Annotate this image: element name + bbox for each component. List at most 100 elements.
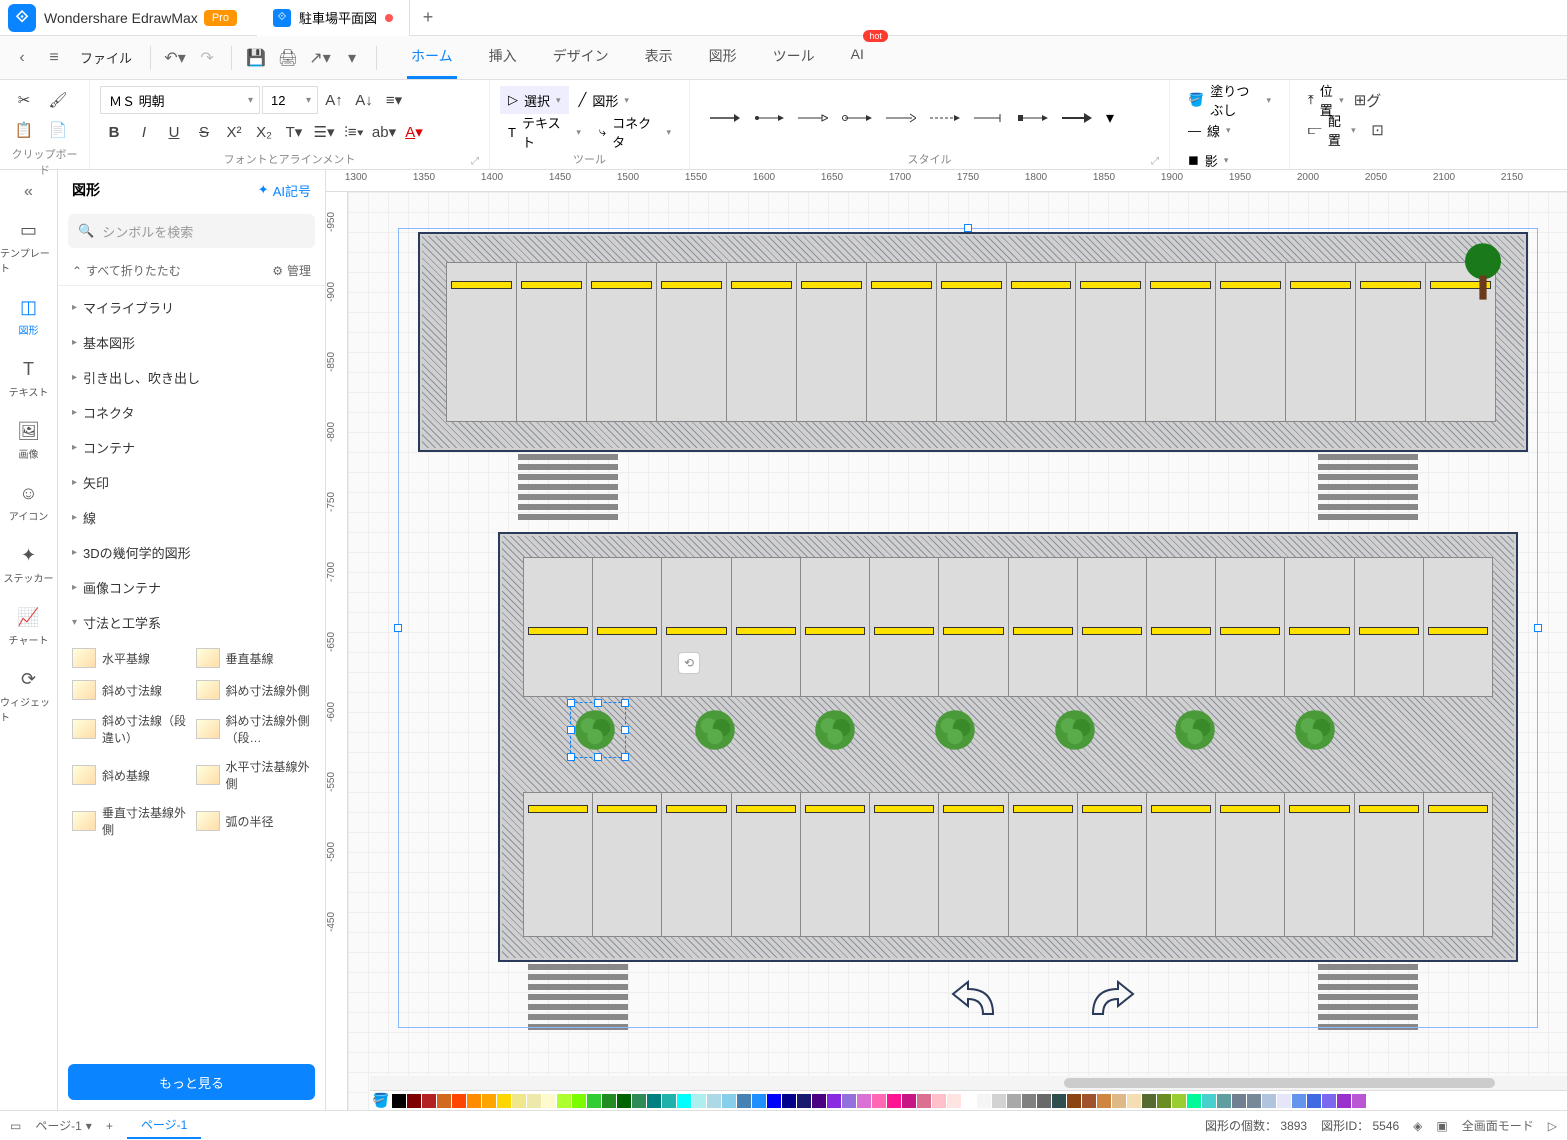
underline-button[interactable]: U [160, 118, 188, 146]
color-swatch[interactable] [812, 1094, 826, 1108]
position-button[interactable]: ⤒ 位置▾ [1300, 86, 1352, 114]
color-swatch[interactable] [782, 1094, 796, 1108]
dim-item[interactable]: 斜め寸法線 [72, 676, 188, 704]
select-tool[interactable]: ▷ 選択▾ [500, 86, 569, 114]
cat-callout[interactable]: 引き出し、吹き出し [58, 360, 325, 395]
font-increase-button[interactable]: A↑ [320, 86, 348, 114]
redo-button[interactable]: ↷ [193, 44, 221, 72]
color-swatch[interactable] [752, 1094, 766, 1108]
size-select[interactable]: 12 [262, 86, 318, 114]
tree-shrub[interactable] [813, 708, 857, 752]
color-swatch[interactable] [962, 1094, 976, 1108]
add-page-button[interactable]: + [106, 1119, 113, 1133]
dim-item[interactable]: 垂直寸法基線外側 [72, 800, 188, 842]
color-swatch[interactable] [1067, 1094, 1081, 1108]
back-button[interactable]: ‹ [8, 44, 36, 72]
font-color-button[interactable]: A▾ [400, 118, 428, 146]
color-swatch[interactable] [602, 1094, 616, 1108]
shape-tool[interactable]: ╱ 図形▾ [571, 86, 637, 114]
canvas[interactable]: ⟲ 🪣 [348, 192, 1567, 1110]
color-swatch[interactable] [437, 1094, 451, 1108]
dim-item[interactable]: 斜め寸法線外側（段… [196, 708, 312, 750]
text-dir-button[interactable]: ab▾ [370, 118, 398, 146]
color-swatch[interactable] [1007, 1094, 1021, 1108]
color-swatch[interactable] [1112, 1094, 1126, 1108]
color-swatch[interactable] [1097, 1094, 1111, 1108]
tree-shrub[interactable] [1293, 708, 1337, 752]
color-swatch[interactable] [1082, 1094, 1096, 1108]
color-swatch[interactable] [1292, 1094, 1306, 1108]
sidebar-text[interactable]: Tテキスト [0, 349, 57, 407]
sidebar-sticker[interactable]: ✦ステッカー [0, 535, 57, 593]
arrow-style-8[interactable] [1018, 112, 1048, 124]
color-swatch[interactable] [482, 1094, 496, 1108]
dim-item[interactable]: 斜め寸法線外側 [196, 676, 312, 704]
turn-arrow-right[interactable] [1078, 974, 1138, 1024]
arrow-more[interactable]: ▾ [1106, 108, 1114, 128]
color-swatch[interactable] [542, 1094, 556, 1108]
color-swatch[interactable] [467, 1094, 481, 1108]
color-swatch[interactable] [632, 1094, 646, 1108]
print-button[interactable]: 🖨 [274, 44, 302, 72]
ruler-horizontal[interactable]: 1300135014001450150015501600165017001750… [326, 170, 1567, 192]
cat-line[interactable]: 線 [58, 500, 325, 535]
cat-3d[interactable]: 3Dの幾何学的図形 [58, 535, 325, 570]
parking-row[interactable] [523, 557, 1493, 697]
expand-icon[interactable]: ⤢ [471, 156, 479, 167]
strike-button[interactable]: S [190, 118, 218, 146]
arrow-style-1[interactable] [710, 112, 740, 124]
color-swatch[interactable] [842, 1094, 856, 1108]
color-swatch[interactable] [392, 1094, 406, 1108]
arrow-style-5[interactable] [886, 112, 916, 124]
color-swatch[interactable] [1202, 1094, 1216, 1108]
color-swatch[interactable] [722, 1094, 736, 1108]
cat-connector[interactable]: コネクタ [58, 395, 325, 430]
fold-all-button[interactable]: ⌃ すべて折りたたむ [72, 262, 181, 279]
color-swatch[interactable] [707, 1094, 721, 1108]
color-swatch[interactable] [932, 1094, 946, 1108]
dim-item[interactable]: 弧の半径 [196, 800, 312, 842]
tab-design[interactable]: デザイン [549, 36, 613, 79]
distribute-button[interactable]: ⊡ [1366, 116, 1390, 144]
horizontal-scrollbar[interactable] [370, 1076, 1567, 1090]
copy-button[interactable]: 📋 [10, 116, 38, 144]
color-swatch[interactable] [422, 1094, 436, 1108]
fit-button[interactable]: ▣ [1436, 1119, 1447, 1133]
arrow-style-9[interactable] [1062, 112, 1092, 124]
color-swatch[interactable] [797, 1094, 811, 1108]
dim-item[interactable]: 斜め基線 [72, 754, 188, 796]
color-swatch[interactable] [872, 1094, 886, 1108]
cat-arrow[interactable]: 矢印 [58, 465, 325, 500]
color-swatch[interactable] [1157, 1094, 1171, 1108]
color-swatch[interactable] [512, 1094, 526, 1108]
layers-button[interactable]: ◈ [1413, 1119, 1422, 1133]
sidebar-templates[interactable]: ▭テンプレート [0, 210, 57, 283]
color-swatch[interactable] [767, 1094, 781, 1108]
parking-row[interactable] [446, 262, 1496, 422]
cat-basic[interactable]: 基本図形 [58, 325, 325, 360]
save-button[interactable]: 💾 [242, 44, 270, 72]
fullscreen-button[interactable]: 全画面モード [1462, 1117, 1534, 1134]
subscript-button[interactable]: X₂ [250, 118, 278, 146]
crosswalk[interactable] [1318, 964, 1418, 1030]
page-select[interactable]: ページ-1 ▾ [35, 1117, 91, 1134]
cat-mylib[interactable]: マイライブラリ [58, 290, 325, 325]
symbol-search[interactable]: 🔍 シンボルを検索 [68, 214, 315, 248]
turn-arrow-left[interactable] [948, 974, 1008, 1024]
font-select[interactable]: ＭＳ 明朝 [100, 86, 260, 114]
tab-shape[interactable]: 図形 [705, 36, 741, 79]
font-decrease-button[interactable]: A↓ [350, 86, 378, 114]
tab-insert[interactable]: 挿入 [485, 36, 521, 79]
color-swatch[interactable] [587, 1094, 601, 1108]
cut-button[interactable]: ✂ [10, 86, 38, 114]
color-swatch[interactable] [527, 1094, 541, 1108]
document-tab[interactable]: ⟐ 駐車場平面図 [257, 0, 410, 36]
undo-button[interactable]: ↶▾ [161, 44, 189, 72]
color-swatch[interactable] [1307, 1094, 1321, 1108]
italic-button[interactable]: I [130, 118, 158, 146]
tree-shrub[interactable] [933, 708, 977, 752]
dim-item[interactable]: 斜め寸法線（段違い） [72, 708, 188, 750]
export-button[interactable]: ↗▾ [306, 44, 334, 72]
crosswalk[interactable] [1318, 454, 1418, 520]
sidebar-icon[interactable]: ☺アイコン [0, 473, 57, 531]
